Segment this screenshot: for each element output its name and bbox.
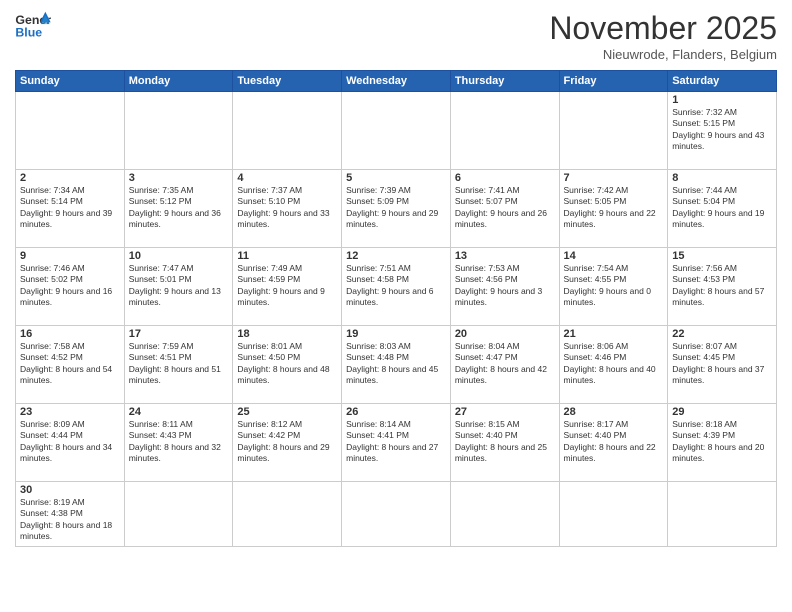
empty-cell bbox=[559, 92, 668, 170]
header-wednesday: Wednesday bbox=[342, 71, 451, 92]
day-25: 25 Sunrise: 8:12 AMSunset: 4:42 PMDaylig… bbox=[233, 404, 342, 482]
svg-text:Blue: Blue bbox=[15, 25, 42, 39]
day-11: 11 Sunrise: 7:49 AMSunset: 4:59 PMDaylig… bbox=[233, 248, 342, 326]
day-23: 23 Sunrise: 8:09 AMSunset: 4:44 PMDaylig… bbox=[16, 404, 125, 482]
week-row-2: 2 Sunrise: 7:34 AMSunset: 5:14 PMDayligh… bbox=[16, 170, 777, 248]
header-monday: Monday bbox=[124, 71, 233, 92]
title-block: November 2025 Nieuwrode, Flanders, Belgi… bbox=[549, 10, 777, 62]
empty-cell bbox=[233, 92, 342, 170]
empty-cell bbox=[668, 482, 777, 547]
header-friday: Friday bbox=[559, 71, 668, 92]
month-title: November 2025 bbox=[549, 10, 777, 47]
day-number-1: 1 bbox=[672, 94, 772, 106]
day-26: 26 Sunrise: 8:14 AMSunset: 4:41 PMDaylig… bbox=[342, 404, 451, 482]
empty-cell bbox=[233, 482, 342, 547]
day-28: 28 Sunrise: 8:17 AMSunset: 4:40 PMDaylig… bbox=[559, 404, 668, 482]
day-3: 3 Sunrise: 7:35 AMSunset: 5:12 PMDayligh… bbox=[124, 170, 233, 248]
day-7: 7 Sunrise: 7:42 AMSunset: 5:05 PMDayligh… bbox=[559, 170, 668, 248]
location: Nieuwrode, Flanders, Belgium bbox=[549, 47, 777, 62]
weekday-header-row: Sunday Monday Tuesday Wednesday Thursday… bbox=[16, 71, 777, 92]
empty-cell bbox=[450, 92, 559, 170]
empty-cell bbox=[124, 92, 233, 170]
day-info-1: Sunrise: 7:32 AMSunset: 5:15 PMDaylight:… bbox=[672, 107, 764, 151]
day-6: 6 Sunrise: 7:41 AMSunset: 5:07 PMDayligh… bbox=[450, 170, 559, 248]
day-5: 5 Sunrise: 7:39 AMSunset: 5:09 PMDayligh… bbox=[342, 170, 451, 248]
header: General Blue November 2025 Nieuwrode, Fl… bbox=[15, 10, 777, 62]
day-16: 16 Sunrise: 7:58 AMSunset: 4:52 PMDaylig… bbox=[16, 326, 125, 404]
header-thursday: Thursday bbox=[450, 71, 559, 92]
day-12: 12 Sunrise: 7:51 AMSunset: 4:58 PMDaylig… bbox=[342, 248, 451, 326]
empty-cell bbox=[124, 482, 233, 547]
day-10: 10 Sunrise: 7:47 AMSunset: 5:01 PMDaylig… bbox=[124, 248, 233, 326]
header-sunday: Sunday bbox=[16, 71, 125, 92]
empty-cell bbox=[16, 92, 125, 170]
day-1: 1 Sunrise: 7:32 AMSunset: 5:15 PMDayligh… bbox=[668, 92, 777, 170]
week-row-1: 1 Sunrise: 7:32 AMSunset: 5:15 PMDayligh… bbox=[16, 92, 777, 170]
day-30: 30 Sunrise: 8:19 AMSunset: 4:38 PMDaylig… bbox=[16, 482, 125, 547]
day-15: 15 Sunrise: 7:56 AMSunset: 4:53 PMDaylig… bbox=[668, 248, 777, 326]
week-row-5: 23 Sunrise: 8:09 AMSunset: 4:44 PMDaylig… bbox=[16, 404, 777, 482]
day-19: 19 Sunrise: 8:03 AMSunset: 4:48 PMDaylig… bbox=[342, 326, 451, 404]
empty-cell bbox=[559, 482, 668, 547]
day-24: 24 Sunrise: 8:11 AMSunset: 4:43 PMDaylig… bbox=[124, 404, 233, 482]
day-4: 4 Sunrise: 7:37 AMSunset: 5:10 PMDayligh… bbox=[233, 170, 342, 248]
day-2: 2 Sunrise: 7:34 AMSunset: 5:14 PMDayligh… bbox=[16, 170, 125, 248]
day-18: 18 Sunrise: 8:01 AMSunset: 4:50 PMDaylig… bbox=[233, 326, 342, 404]
logo-icon: General Blue bbox=[15, 10, 51, 40]
page: General Blue November 2025 Nieuwrode, Fl… bbox=[0, 0, 792, 612]
empty-cell bbox=[342, 482, 451, 547]
day-20: 20 Sunrise: 8:04 AMSunset: 4:47 PMDaylig… bbox=[450, 326, 559, 404]
calendar: Sunday Monday Tuesday Wednesday Thursday… bbox=[15, 70, 777, 547]
empty-cell bbox=[342, 92, 451, 170]
day-29: 29 Sunrise: 8:18 AMSunset: 4:39 PMDaylig… bbox=[668, 404, 777, 482]
empty-cell bbox=[450, 482, 559, 547]
header-saturday: Saturday bbox=[668, 71, 777, 92]
day-21: 21 Sunrise: 8:06 AMSunset: 4:46 PMDaylig… bbox=[559, 326, 668, 404]
day-13: 13 Sunrise: 7:53 AMSunset: 4:56 PMDaylig… bbox=[450, 248, 559, 326]
day-17: 17 Sunrise: 7:59 AMSunset: 4:51 PMDaylig… bbox=[124, 326, 233, 404]
logo: General Blue bbox=[15, 10, 51, 40]
header-tuesday: Tuesday bbox=[233, 71, 342, 92]
day-27: 27 Sunrise: 8:15 AMSunset: 4:40 PMDaylig… bbox=[450, 404, 559, 482]
day-14: 14 Sunrise: 7:54 AMSunset: 4:55 PMDaylig… bbox=[559, 248, 668, 326]
week-row-6: 30 Sunrise: 8:19 AMSunset: 4:38 PMDaylig… bbox=[16, 482, 777, 547]
week-row-3: 9 Sunrise: 7:46 AMSunset: 5:02 PMDayligh… bbox=[16, 248, 777, 326]
day-9: 9 Sunrise: 7:46 AMSunset: 5:02 PMDayligh… bbox=[16, 248, 125, 326]
week-row-4: 16 Sunrise: 7:58 AMSunset: 4:52 PMDaylig… bbox=[16, 326, 777, 404]
day-8: 8 Sunrise: 7:44 AMSunset: 5:04 PMDayligh… bbox=[668, 170, 777, 248]
day-22: 22 Sunrise: 8:07 AMSunset: 4:45 PMDaylig… bbox=[668, 326, 777, 404]
